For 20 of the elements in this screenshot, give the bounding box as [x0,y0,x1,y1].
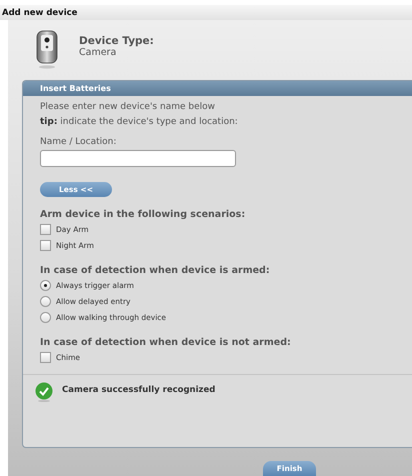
device-type-label: Device Type: [79,35,154,47]
device-type-value: Camera [79,47,118,58]
instruction-text: Please enter new device's name below [40,102,215,112]
radio-button[interactable] [40,280,51,290]
checkbox[interactable] [40,224,51,234]
name-input-field[interactable] [40,150,236,167]
radio-button[interactable] [40,312,51,322]
tip-text: tip: indicate the device's type and location: [40,117,238,127]
checkbox[interactable] [40,240,51,250]
section-heading: In case of detection when device is not armed: [40,337,291,348]
field-label: Name / Location: [40,137,116,147]
camera-icon [36,30,58,70]
panel-title: Insert Batteries [40,84,111,93]
window-title: Add new device [2,8,78,18]
status-message: Camera successfully recognized [62,385,216,395]
checkbox[interactable] [40,352,51,362]
section-heading: In case of detection when device is armed: [40,265,270,276]
check-icon [35,382,53,402]
radio-button[interactable] [40,296,51,306]
section-heading: Arm device in the following scenarios: [40,209,246,220]
